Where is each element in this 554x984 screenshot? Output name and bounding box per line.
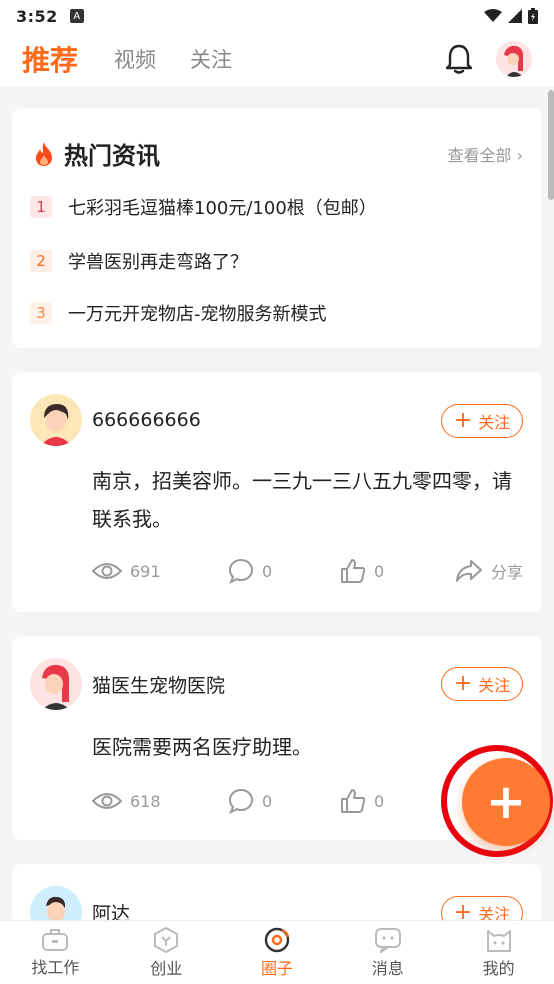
post-content[interactable]: 医院需要两名医疗助理。 — [92, 728, 517, 766]
eye-icon — [92, 793, 122, 809]
post-card[interactable]: 666666666 + 关注 南京，招美容师。一三九一三八五九零四零，请联系我。… — [12, 372, 541, 612]
tab-follow[interactable]: 关注 — [190, 44, 232, 74]
nav-item-jobs[interactable]: 找工作 — [0, 921, 111, 984]
plus-icon: + — [453, 408, 473, 433]
hot-news-card: 热门资讯 查看全部 › 1 七彩羽毛逗猫棒100元/100根（包邮） 2 学兽医… — [12, 108, 541, 348]
cat-face-icon — [486, 929, 511, 952]
hot-news-item[interactable]: 1 七彩羽毛逗猫棒100元/100根（包邮） — [30, 194, 377, 220]
status-time: 3:52 — [16, 6, 58, 26]
bell-icon[interactable] — [444, 43, 474, 75]
rank-badge: 1 — [30, 196, 52, 218]
comment-icon — [228, 788, 254, 814]
follow-button[interactable]: + 关注 — [441, 404, 523, 438]
like-button[interactable]: 0 — [340, 788, 452, 814]
scrollbar[interactable] — [548, 90, 554, 200]
user-avatar[interactable] — [496, 41, 532, 77]
post-card[interactable]: 阿达 + 关注 — [12, 864, 541, 924]
post-avatar[interactable] — [30, 658, 82, 710]
status-bar: 3:52 A — [0, 0, 554, 32]
see-all-link[interactable]: 查看全部 › — [447, 142, 523, 166]
hot-news-item[interactable]: 2 学兽医别再走弯路了？ — [30, 248, 248, 274]
eye-icon — [92, 563, 122, 579]
top-header: 推荐 视频 关注 — [0, 32, 554, 86]
message-icon — [374, 927, 401, 953]
plus-icon: + — [453, 671, 473, 696]
post-avatar[interactable] — [30, 394, 82, 446]
share-button[interactable]: 分享 — [455, 559, 523, 583]
thumbs-up-icon — [341, 559, 366, 583]
startup-icon — [154, 926, 179, 953]
follow-button[interactable]: + 关注 — [441, 667, 523, 701]
nav-item-startup[interactable]: 创业 — [111, 921, 222, 984]
tab-recommend[interactable]: 推荐 — [22, 39, 78, 79]
rank-badge: 3 — [30, 302, 52, 324]
like-button[interactable]: 0 — [340, 558, 452, 584]
nav-item-messages[interactable]: 消息 — [332, 921, 443, 984]
post-content[interactable]: 南京，招美容师。一三九一三八五九零四零，请联系我。 — [92, 462, 517, 538]
nav-item-circle[interactable]: 圈子 — [222, 921, 333, 984]
hot-news-title: 热门资讯 — [64, 142, 160, 170]
views-stat: 691 — [92, 561, 228, 581]
briefcase-icon — [42, 928, 69, 951]
fire-icon — [36, 141, 52, 166]
thumbs-up-icon — [341, 789, 366, 813]
create-post-button[interactable]: + — [462, 758, 550, 846]
hot-news-item[interactable]: 3 一万元开宠物店-宠物服务新模式 — [30, 300, 327, 326]
circle-icon — [264, 927, 290, 952]
wifi-icon — [484, 9, 502, 22]
battery-icon — [528, 8, 538, 24]
hot-news-text: 学兽医别再走弯路了？ — [68, 252, 248, 273]
hot-news-text: 一万元开宠物店-宠物服务新模式 — [68, 304, 327, 325]
plus-icon: + — [485, 774, 527, 830]
tab-video[interactable]: 视频 — [114, 44, 156, 74]
post-username[interactable]: 666666666 — [92, 409, 201, 431]
post-username[interactable]: 猫医生宠物医院 — [92, 671, 225, 698]
comment-icon — [228, 558, 254, 584]
comment-button[interactable]: 0 — [228, 788, 340, 814]
notification-badge-icon: A — [69, 9, 84, 23]
rank-badge: 2 — [30, 250, 52, 272]
post-avatar[interactable] — [30, 886, 82, 924]
signal-icon — [508, 9, 522, 23]
views-stat: 618 — [92, 791, 228, 811]
hot-news-text: 七彩羽毛逗猫棒100元/100根（包邮） — [68, 198, 377, 219]
comment-button[interactable]: 0 — [228, 558, 340, 584]
chevron-right-icon: › — [516, 146, 523, 165]
nav-item-profile[interactable]: 我的 — [443, 921, 554, 984]
bottom-nav: 找工作 创业 圈子 消息 我的 — [0, 920, 554, 984]
share-icon — [455, 560, 482, 582]
